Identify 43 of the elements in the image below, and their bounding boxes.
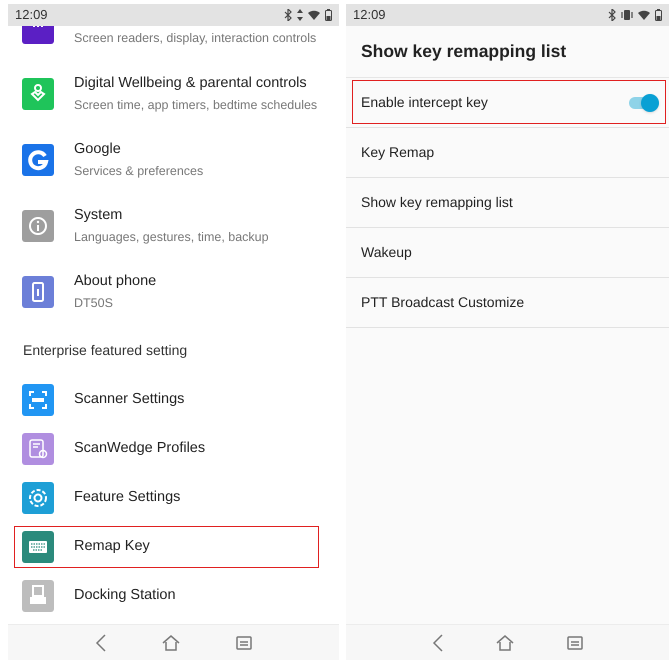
toggle-switch[interactable] <box>629 94 659 112</box>
item-title: About phone <box>74 272 156 292</box>
back-icon <box>432 632 444 652</box>
section-header: Enterprise featured setting <box>22 340 188 360</box>
item-subtitle: Screen readers, display, interaction controls <box>74 30 316 47</box>
battery-icon <box>655 9 662 21</box>
settings-row[interactable]: Wakeup <box>346 228 669 278</box>
bluetooth-icon <box>608 9 616 21</box>
item-subtitle: Screen time, app timers, bedtime schedules <box>74 97 318 114</box>
settings-item[interactable]: Screen readers, display, interaction controls <box>8 26 339 61</box>
item-title: Google <box>74 140 122 160</box>
settings-item[interactable]: Remap Key <box>8 522 339 571</box>
status-time: 12:09 <box>15 6 48 24</box>
bluetooth-icon <box>284 9 292 21</box>
item-subtitle: DT50S <box>74 295 114 312</box>
settings-row[interactable]: Enable intercept key <box>346 78 669 128</box>
wifi-icon <box>308 10 320 20</box>
settings-item[interactable]: Google Services & preferences <box>8 127 339 193</box>
item-subtitle: Languages, gestures, time, backup <box>74 229 269 246</box>
home-icon <box>495 634 516 652</box>
home-icon <box>161 634 182 652</box>
wifi-icon <box>638 10 650 20</box>
recent-apps-icon <box>236 634 252 650</box>
settings-row[interactable]: Show key remapping list <box>346 178 669 228</box>
data-arrows-icon <box>297 9 303 21</box>
item-title: Digital Wellbeing & parental controls <box>74 74 308 94</box>
settings-row[interactable]: PTT Broadcast Customize <box>346 278 669 328</box>
settings-item[interactable]: Docking Station <box>8 571 339 620</box>
settings-item[interactable]: Feature Settings <box>8 473 339 522</box>
settings-item[interactable]: Scanner Settings <box>8 375 339 424</box>
settings-item[interactable]: System Languages, gestures, time, backup <box>8 193 339 259</box>
settings-item[interactable]: About phone DT50S <box>8 259 339 325</box>
settings-row[interactable]: Key Remap <box>346 128 669 178</box>
item-subtitle: Services & preferences <box>74 163 204 180</box>
vibrate-icon <box>621 10 633 20</box>
battery-icon <box>325 9 332 21</box>
page-title: Show key remapping list <box>346 26 669 78</box>
item-title: System <box>74 206 124 226</box>
settings-item[interactable]: ScanWedge Profiles <box>8 424 339 473</box>
status-time: 12:09 <box>353 6 386 24</box>
back-icon <box>95 632 108 652</box>
recent-apps-icon <box>567 634 584 650</box>
settings-item[interactable]: Digital Wellbeing & parental controls Screen time, app timers, bedtime schedules <box>8 61 339 127</box>
